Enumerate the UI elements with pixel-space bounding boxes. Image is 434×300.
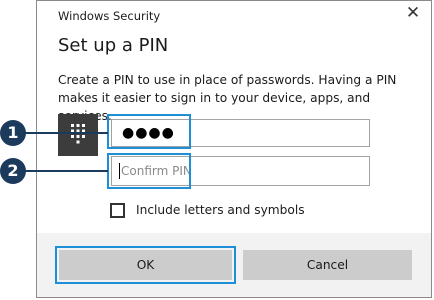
annotation-marker-1: 1 xyxy=(0,120,26,146)
annotation-marker-2: 2 xyxy=(0,158,26,184)
include-letters-option[interactable]: Include letters and symbols xyxy=(110,201,305,219)
windows-security-dialog: Windows Security ✕ Set up a PIN Create a… xyxy=(36,0,432,298)
window-title: Windows Security xyxy=(58,9,161,23)
annotation-1-connector xyxy=(24,132,108,134)
confirm-pin-placeholder: Confirm PIN xyxy=(121,164,192,178)
annotation-2-connector xyxy=(24,170,108,172)
include-letters-label: Include letters and symbols xyxy=(136,203,305,217)
include-letters-checkbox[interactable] xyxy=(110,202,125,218)
pin-field[interactable]: ●●●● xyxy=(111,119,370,147)
ok-button[interactable]: OK xyxy=(59,250,232,280)
keypad-icon xyxy=(58,114,98,156)
dialog-description: Create a PIN to use in place of password… xyxy=(58,73,397,123)
cancel-button[interactable]: Cancel xyxy=(243,250,412,280)
text-caret xyxy=(119,162,120,179)
dialog-heading: Set up a PIN xyxy=(58,35,169,56)
close-icon[interactable]: ✕ xyxy=(405,5,421,22)
confirm-pin-field[interactable]: Confirm PIN xyxy=(111,156,370,186)
